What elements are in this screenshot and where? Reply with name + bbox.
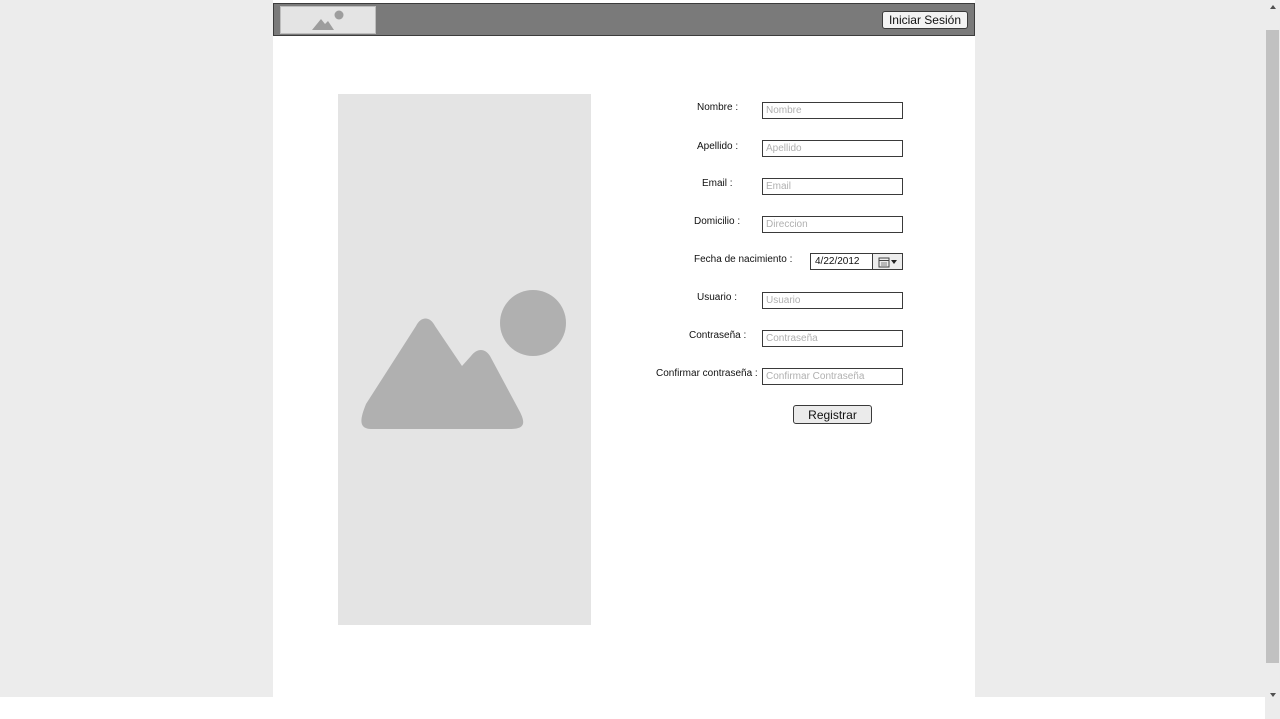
email-label: Email : <box>702 178 733 189</box>
fecha-nacimiento-label: Fecha de nacimiento : <box>694 254 793 265</box>
nombre-input[interactable] <box>762 102 903 119</box>
apellido-label: Apellido : <box>697 141 739 152</box>
confirmar-contrasena-input[interactable] <box>762 368 903 385</box>
usuario-input[interactable] <box>762 292 903 309</box>
logo-placeholder <box>280 6 376 34</box>
confirmar-contrasena-label: Confirmar contraseña : <box>656 368 758 379</box>
email-input[interactable] <box>762 178 903 195</box>
nombre-label: Nombre : <box>697 102 739 113</box>
top-header-bar: Iniciar Sesión <box>273 3 975 36</box>
vertical-scrollbar[interactable] <box>1265 0 1280 704</box>
image-placeholder-icon <box>361 290 566 429</box>
fecha-nacimiento-picker[interactable]: 4/22/2012 <box>810 253 903 270</box>
contrasena-label: Contraseña : <box>689 330 747 341</box>
bottom-strip <box>0 697 1265 719</box>
domicilio-input[interactable] <box>762 216 903 233</box>
hero-image-placeholder <box>338 94 591 625</box>
contrasena-input[interactable] <box>762 330 903 347</box>
date-value[interactable]: 4/22/2012 <box>811 254 873 269</box>
triangle-down-icon <box>1269 693 1276 697</box>
calendar-dropdown-icon <box>878 257 897 267</box>
usuario-label: Usuario : <box>697 292 738 303</box>
scroll-thumb[interactable] <box>1266 30 1279 663</box>
image-placeholder-icon <box>312 10 344 30</box>
triangle-up-icon <box>1269 5 1276 9</box>
scroll-up-arrow[interactable] <box>1265 0 1280 14</box>
calendar-dropdown-button[interactable] <box>873 254 902 269</box>
scroll-down-arrow[interactable] <box>1265 688 1280 702</box>
apellido-input[interactable] <box>762 140 903 157</box>
domicilio-label: Domicilio : <box>694 216 741 227</box>
login-button[interactable]: Iniciar Sesión <box>881 11 968 29</box>
registrar-button[interactable]: Registrar <box>793 405 872 424</box>
